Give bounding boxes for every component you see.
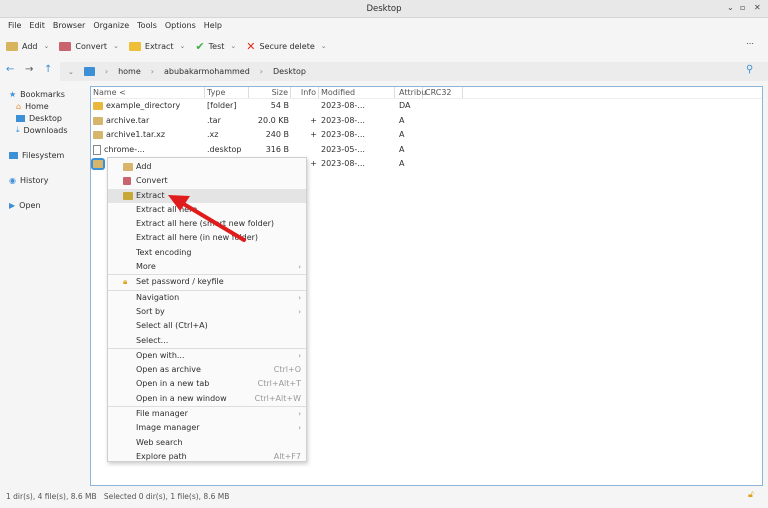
arrow-head xyxy=(168,195,190,211)
status-bar: 1 dir(s), 4 file(s), 8.6 MB Selected 0 d… xyxy=(6,492,229,501)
status-selected: Selected 0 dir(s), 1 file(s), 8.6 MB xyxy=(104,492,230,501)
status-summary: 1 dir(s), 4 file(s), 8.6 MB xyxy=(6,492,97,501)
arrow-shaft xyxy=(182,203,244,240)
lock-icon[interactable]: 🔓︎ xyxy=(748,490,754,500)
annotation-arrow xyxy=(0,0,768,508)
